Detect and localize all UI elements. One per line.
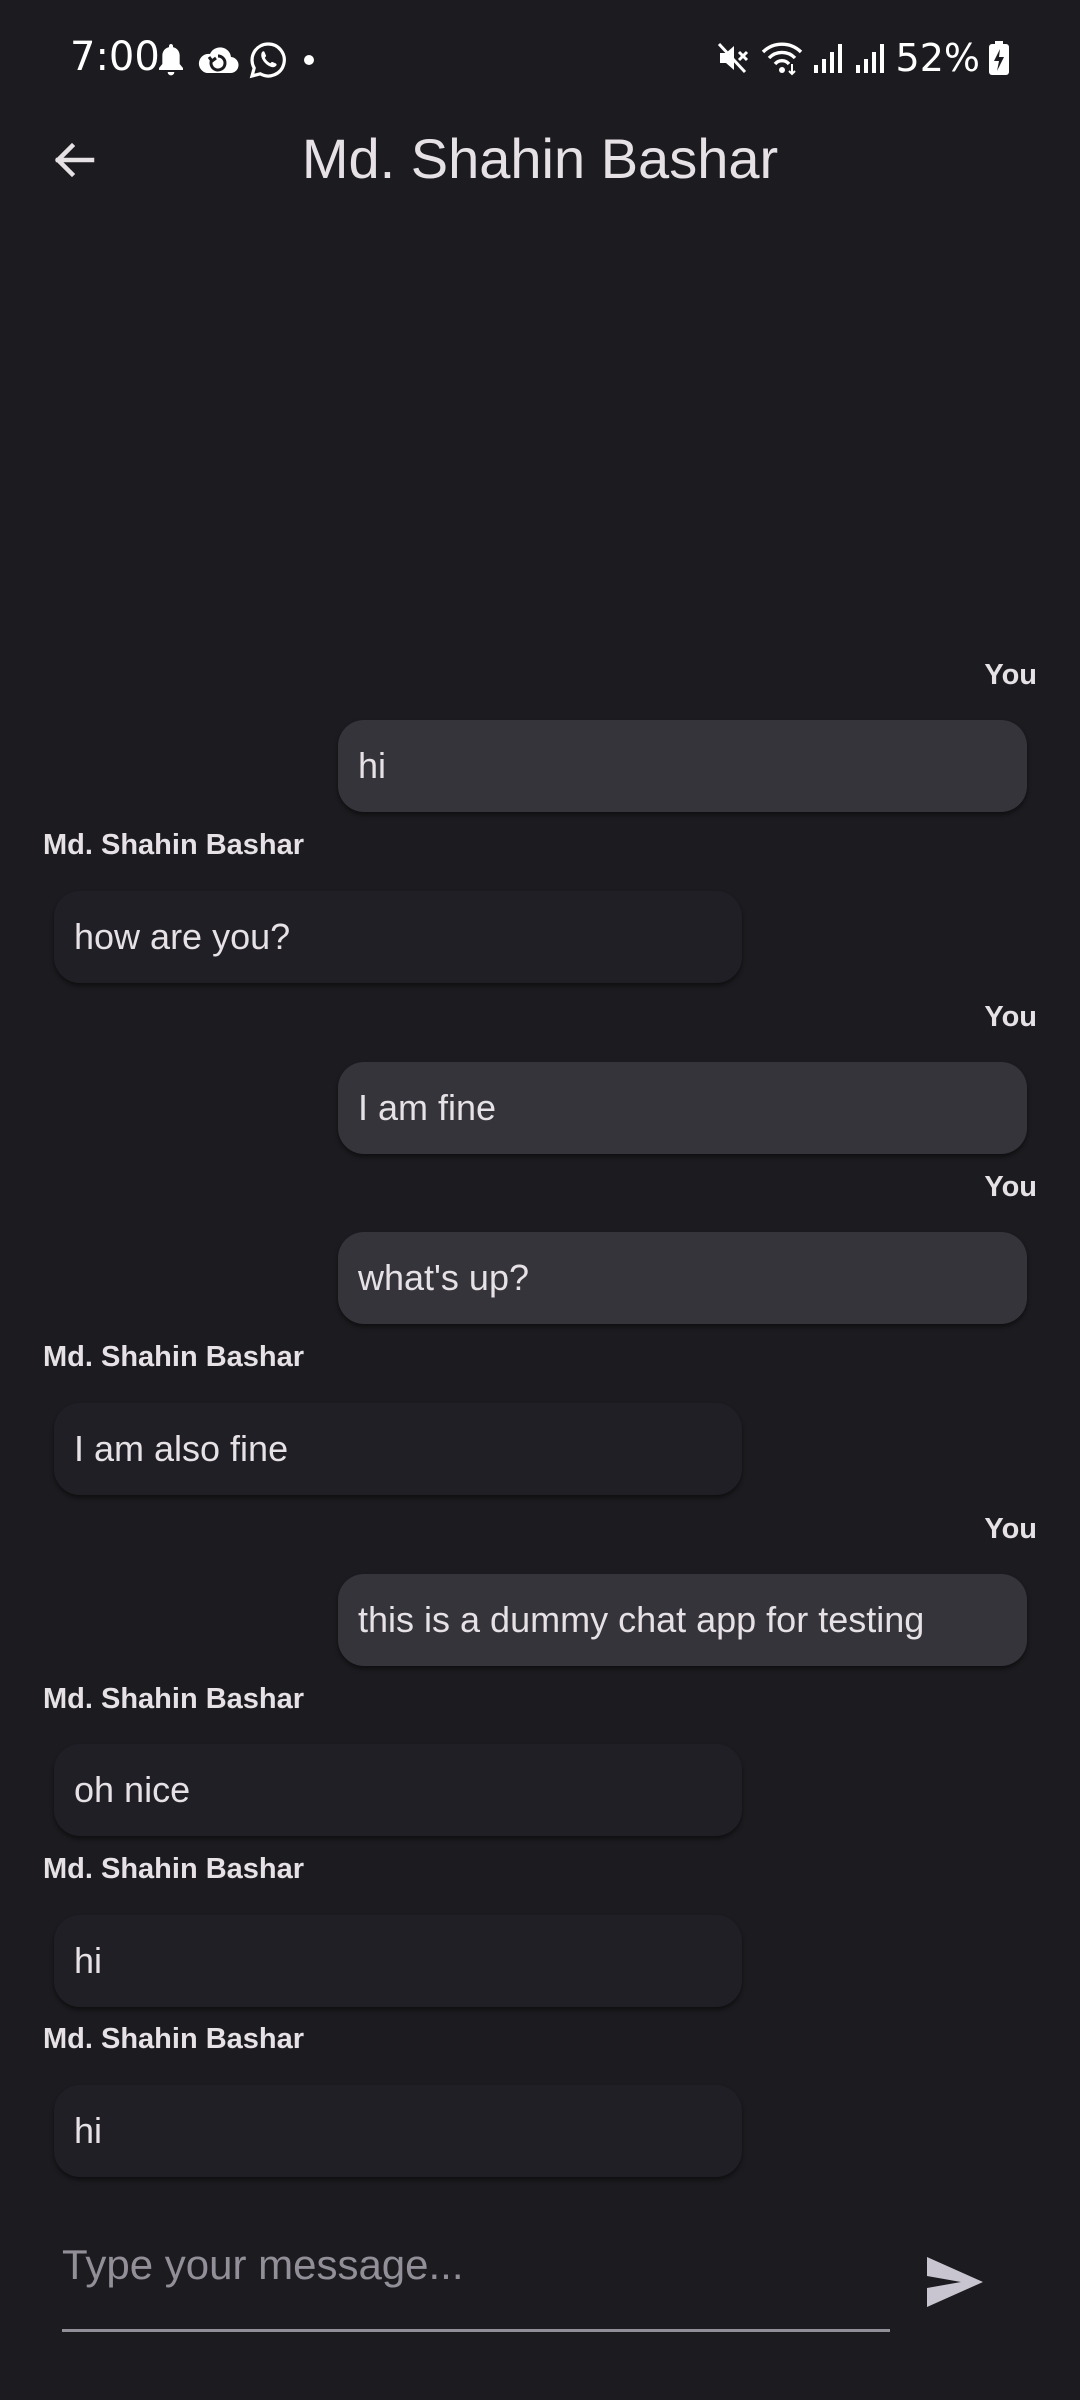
my-message-bubble[interactable]: hi bbox=[338, 720, 1027, 812]
message-sender: Md. Shahin Bashar bbox=[43, 1853, 305, 1885]
signal-icon bbox=[854, 41, 888, 75]
message-sender: Md. Shahin Bashar bbox=[43, 1341, 305, 1373]
status-time: 7:00 bbox=[70, 34, 160, 80]
their-message-bubble[interactable]: oh nice bbox=[54, 1744, 742, 1836]
their-message-bubble[interactable]: hi bbox=[54, 1915, 742, 2007]
status-bar: 7:00 52% bbox=[0, 0, 1080, 120]
message-sender: Md. Shahin Bashar bbox=[43, 1683, 305, 1715]
battery-percentage: 52% bbox=[895, 36, 980, 80]
their-message-bubble[interactable]: I am also fine bbox=[54, 1403, 742, 1495]
message-sender: You bbox=[984, 659, 1037, 691]
message-input[interactable] bbox=[62, 2200, 890, 2332]
chat-screen: 7:00 52% Md. Shahin Bashar You hi Md. Sh… bbox=[0, 0, 1080, 2400]
message-sender: Md. Shahin Bashar bbox=[43, 2023, 305, 2055]
my-message-bubble[interactable]: I am fine bbox=[338, 1062, 1027, 1154]
my-message-bubble[interactable]: what's up? bbox=[338, 1232, 1027, 1324]
battery-icon bbox=[988, 40, 1010, 76]
wifi-icon bbox=[760, 40, 804, 76]
their-message-bubble[interactable]: hi bbox=[54, 2085, 742, 2177]
cloud-sync-icon bbox=[197, 43, 239, 77]
message-sender: You bbox=[984, 1171, 1037, 1203]
bell-icon bbox=[155, 41, 187, 79]
send-icon bbox=[925, 2255, 985, 2309]
message-sender: You bbox=[984, 1001, 1037, 1033]
app-bar: Md. Shahin Bashar bbox=[0, 120, 1080, 200]
message-sender: Md. Shahin Bashar bbox=[43, 829, 305, 861]
my-message-bubble[interactable]: this is a dummy chat app for testing bbox=[338, 1574, 1027, 1666]
message-list[interactable]: You hi Md. Shahin Bashar how are you? Yo… bbox=[0, 200, 1080, 2177]
dot-icon bbox=[297, 48, 321, 72]
send-button[interactable] bbox=[915, 2242, 995, 2322]
their-message-bubble[interactable]: how are you? bbox=[54, 891, 742, 983]
status-right-icons: 52% bbox=[716, 36, 1010, 80]
status-left-icons bbox=[155, 38, 321, 82]
message-composer bbox=[0, 2200, 1080, 2360]
signal-icon bbox=[812, 41, 846, 75]
whatsapp-icon bbox=[249, 41, 287, 79]
mute-icon bbox=[716, 40, 752, 76]
chat-title: Md. Shahin Bashar bbox=[301, 127, 779, 190]
message-sender: You bbox=[984, 1513, 1037, 1545]
